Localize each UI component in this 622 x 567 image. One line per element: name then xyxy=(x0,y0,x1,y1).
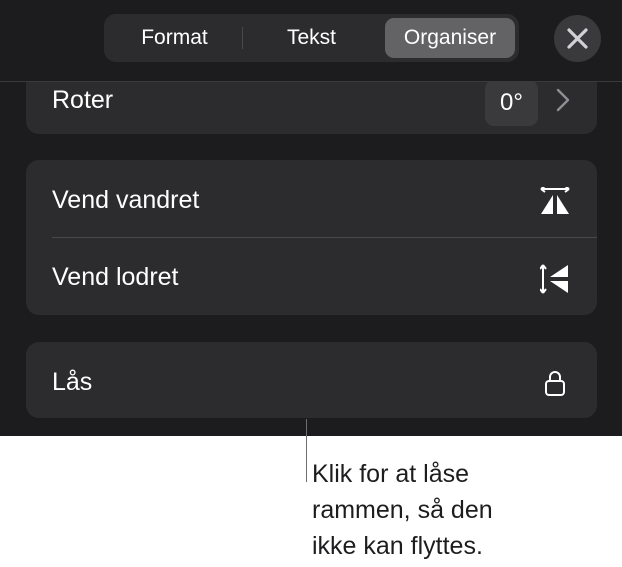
close-icon xyxy=(567,28,588,49)
rotate-label: Roter xyxy=(52,86,114,114)
tab-divider xyxy=(242,27,243,49)
callout-text: Klik for at låse rammen, så den ikke kan… xyxy=(312,460,493,560)
top-bar: Format Tekst Organiser xyxy=(0,0,622,82)
lock-icon xyxy=(544,369,566,402)
rotate-value-field[interactable]: 0° xyxy=(485,80,538,126)
close-button[interactable] xyxy=(554,15,601,62)
lock-row[interactable]: Lås xyxy=(26,342,597,418)
chevron-right-icon[interactable] xyxy=(556,88,570,117)
flip-horizontal-icon xyxy=(538,185,572,220)
tab-segmented-control: Format Tekst Organiser xyxy=(104,14,519,62)
tab-format[interactable]: Format xyxy=(108,18,241,58)
flip-vertical-row[interactable]: Vend lodret xyxy=(26,238,597,315)
flip-group: Vend vandret Vend lodret xyxy=(26,160,597,315)
flip-vertical-label: Vend lodret xyxy=(52,263,179,291)
organise-panel: Roter 0° Vend vandret Vend lodret Lås Fo… xyxy=(0,0,622,436)
flip-horizontal-label: Vend vandret xyxy=(52,186,200,214)
flip-vertical-icon xyxy=(539,262,570,301)
lock-label: Lås xyxy=(52,368,93,396)
tab-organiser[interactable]: Organiser xyxy=(385,18,515,58)
callout-line xyxy=(306,419,307,482)
flip-horizontal-row[interactable]: Vend vandret xyxy=(26,160,597,237)
tab-tekst[interactable]: Tekst xyxy=(245,18,378,58)
